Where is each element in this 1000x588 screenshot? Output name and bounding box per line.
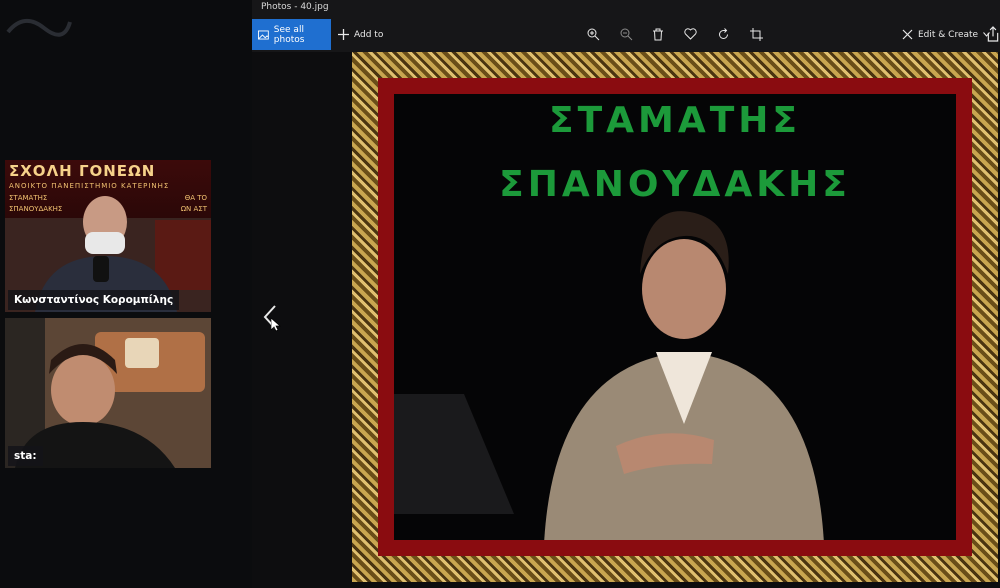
- rotate-icon: [718, 27, 728, 39]
- zoom-out-icon: [620, 28, 632, 40]
- edit-and-create-button[interactable]: Edit & Create: [902, 19, 990, 50]
- see-all-photos-label: See all photos: [273, 24, 305, 45]
- plus-icon: [338, 29, 349, 40]
- zoom-out-button[interactable]: [617, 25, 635, 43]
- zoom-in-icon: [587, 28, 599, 40]
- trash-icon: [653, 28, 663, 40]
- edit-icon: [902, 29, 913, 40]
- displayed-photo: ΣΤΑΜΑΤΗΣ ΣΠΑΝΟΥΔΑΚΗΣ: [394, 94, 956, 540]
- share-icon[interactable]: [986, 25, 1000, 43]
- crop-icon: [749, 27, 763, 41]
- zoom-in-button[interactable]: [584, 25, 602, 43]
- mouse-cursor-icon: [271, 318, 281, 332]
- add-to-label: Add to: [354, 29, 384, 40]
- favorite-button[interactable]: [681, 25, 699, 43]
- photos-icon: [258, 30, 269, 39]
- participant-name-1: Κωνσταντίνος Κορομπίλης: [8, 290, 180, 310]
- add-to-button[interactable]: Add to: [338, 19, 383, 50]
- heart-icon: [683, 28, 697, 40]
- watermark-logo: [6, 19, 72, 37]
- see-all-photos-button[interactable]: See all photos: [252, 19, 331, 50]
- portrait-figure: [394, 211, 824, 540]
- rotate-button[interactable]: [714, 25, 732, 43]
- video-call-panel: ΣΧΟΛΗ ΓΟΝΕΩΝ ΑΝΟΙΚΤΟ ΠΑΝΕΠΙΣΤΗΜΙΟ ΚΑΤΕΡΙ…: [0, 0, 252, 588]
- delete-button[interactable]: [649, 25, 667, 43]
- toolbar: See all photos Add to Edit & Create: [252, 16, 1000, 52]
- edit-and-create-label: Edit & Create: [918, 29, 979, 40]
- image-viewer[interactable]: ΣΤΑΜΑΤΗΣ ΣΠΑΝΟΥΔΑΚΗΣ: [252, 52, 1000, 588]
- title-bar: Photos - 40.jpg: [252, 0, 1000, 16]
- participant-name-2: sta:: [8, 446, 43, 466]
- participant-tile-2[interactable]: sta:: [5, 318, 211, 468]
- photos-app-window: Photos - 40.jpg See all photos Add to Ed…: [252, 0, 1000, 588]
- window-title: Photos - 40.jpg: [261, 2, 329, 12]
- participant-tile-1[interactable]: ΣΧΟΛΗ ΓΟΝΕΩΝ ΑΝΟΙΚΤΟ ΠΑΝΕΠΙΣΤΗΜΙΟ ΚΑΤΕΡΙ…: [5, 160, 211, 312]
- photo-frame: ΣΤΑΜΑΤΗΣ ΣΠΑΝΟΥΔΑΚΗΣ: [352, 52, 998, 582]
- crop-button[interactable]: [747, 25, 765, 43]
